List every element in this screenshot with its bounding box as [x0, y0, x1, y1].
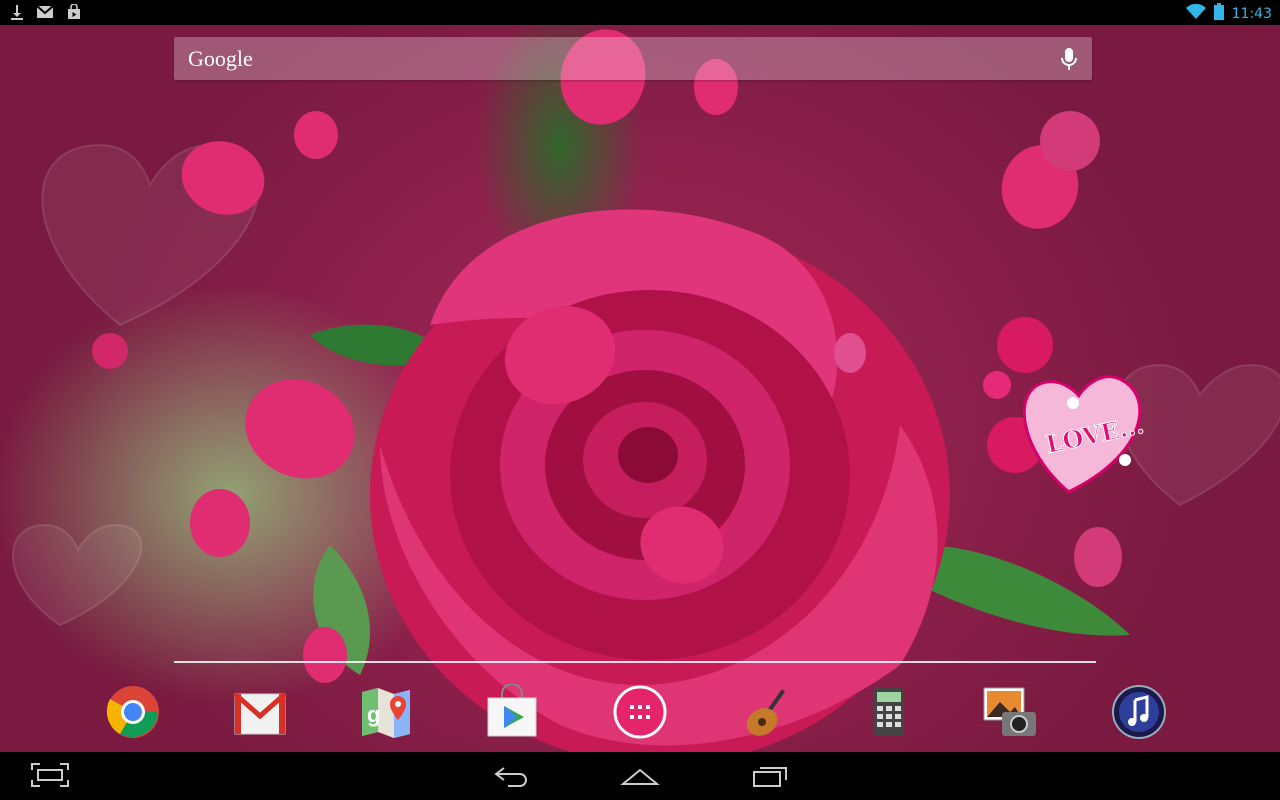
google-search-bar[interactable]: Google [174, 37, 1092, 80]
back-icon[interactable] [494, 762, 530, 793]
dock-app-play-store[interactable] [484, 683, 540, 740]
dock-app-music[interactable] [1111, 684, 1167, 740]
dock-app-calculator[interactable] [862, 684, 918, 740]
gmail-notification-icon [36, 5, 54, 24]
home-icon[interactable] [620, 762, 660, 793]
gmail-icon [233, 692, 287, 735]
download-icon [10, 4, 24, 25]
screenshot-icon[interactable] [30, 762, 70, 793]
love-widget[interactable]: LOVE... [975, 315, 1165, 510]
apps-grid-icon [613, 685, 667, 739]
wallpaper: LOVE... [0, 25, 1280, 752]
battery-icon [1213, 3, 1224, 25]
guitar-icon [746, 689, 786, 736]
play-store-notification-icon [66, 3, 82, 25]
play-store-icon [487, 683, 537, 737]
mic-icon[interactable] [1060, 47, 1078, 76]
music-note-icon [1112, 685, 1166, 739]
dock-app-drawer[interactable] [612, 684, 668, 740]
svg-text:g: g [367, 702, 380, 727]
dock-app-chrome[interactable] [105, 684, 161, 740]
wifi-icon [1185, 3, 1206, 25]
dock-app-guitar[interactable] [742, 684, 798, 740]
google-logo: Google [188, 46, 253, 71]
calculator-icon [874, 688, 904, 736]
dock-app-gmail[interactable] [232, 684, 288, 740]
maps-icon: g [362, 688, 410, 738]
dock-app-maps[interactable]: g [358, 684, 414, 740]
status-time: 11:43 [1231, 6, 1272, 22]
navigation-bar [0, 752, 1280, 800]
photo-camera-icon [983, 687, 1036, 736]
dock-app-photos[interactable] [982, 684, 1038, 740]
chrome-icon [106, 686, 159, 738]
love-heart-icon: LOVE... [983, 317, 1165, 510]
status-bar: 11:43 [0, 0, 1280, 25]
dock-divider [174, 661, 1096, 663]
recents-icon[interactable] [750, 762, 790, 793]
